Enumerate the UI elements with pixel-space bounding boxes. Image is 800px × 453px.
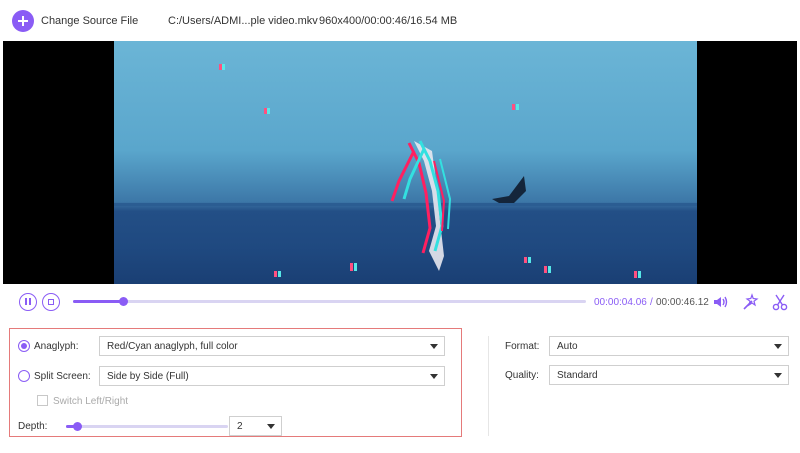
- time-separator: /: [650, 297, 653, 308]
- volume-button[interactable]: [711, 292, 731, 312]
- chevron-down-icon: [774, 344, 782, 349]
- panel-divider: [488, 336, 489, 436]
- split-screen-select[interactable]: Side by Side (Full): [99, 366, 445, 386]
- split-screen-radio[interactable]: [18, 370, 30, 382]
- volume-icon: [714, 296, 728, 308]
- scissors-icon: [772, 294, 788, 311]
- timeline-thumb[interactable]: [118, 297, 128, 306]
- depth-select[interactable]: 2: [229, 416, 282, 436]
- total-time: 00:00:46.12: [656, 297, 709, 308]
- video-preview: [114, 41, 697, 284]
- timeline-slider[interactable]: [73, 297, 586, 306]
- anaglyph-radio[interactable]: [18, 340, 30, 352]
- quality-select-value: Standard: [557, 370, 598, 381]
- anaglyph-select-value: Red/Cyan anaglyph, full color: [107, 341, 238, 352]
- magic-wand-icon: [743, 293, 759, 310]
- quality-label: Quality:: [505, 370, 539, 381]
- pause-button[interactable]: [19, 293, 37, 311]
- add-source-button[interactable]: [12, 10, 34, 32]
- depth-slider[interactable]: [66, 422, 228, 431]
- timeline-progress: [73, 300, 123, 303]
- file-path: C:/Users/ADMI...ple video.mkv: [168, 15, 318, 27]
- chevron-down-icon: [430, 344, 438, 349]
- depth-thumb[interactable]: [73, 422, 83, 431]
- format-label: Format:: [505, 341, 540, 352]
- switch-left-right-label: Switch Left/Right: [53, 396, 129, 407]
- anaglyph-preview-graphic: [219, 64, 641, 278]
- split-screen-label: Split Screen:: [34, 371, 91, 382]
- trim-button[interactable]: [770, 292, 790, 312]
- change-source-file-link[interactable]: Change Source File: [41, 15, 138, 27]
- stop-icon: [47, 298, 54, 305]
- switch-left-right-checkbox[interactable]: [37, 395, 48, 406]
- stop-button[interactable]: [42, 293, 60, 311]
- depth-label: Depth:: [18, 421, 48, 432]
- anaglyph-select[interactable]: Red/Cyan anaglyph, full color: [99, 336, 445, 356]
- pause-icon: [25, 298, 31, 305]
- quality-select[interactable]: Standard: [549, 365, 789, 385]
- chevron-down-icon: [430, 374, 438, 379]
- effects-button[interactable]: [740, 292, 760, 312]
- top-bar: Change Source File C:/Users/ADMI...ple v…: [0, 0, 800, 41]
- playback-controls: 00:00:04.06 / 00:00:46.12: [0, 284, 800, 320]
- anaglyph-label: Anaglyph:: [34, 341, 79, 352]
- 3d-settings-panel: Anaglyph: Red/Cyan anaglyph, full color …: [9, 328, 462, 437]
- chevron-down-icon: [267, 424, 275, 429]
- format-select[interactable]: Auto: [549, 336, 789, 356]
- format-select-value: Auto: [557, 341, 578, 352]
- video-player: [3, 41, 797, 284]
- depth-select-value: 2: [237, 421, 243, 432]
- chevron-down-icon: [774, 373, 782, 378]
- current-time: 00:00:04.06: [594, 297, 647, 308]
- split-screen-select-value: Side by Side (Full): [107, 371, 189, 382]
- plus-circle-icon: [18, 16, 28, 26]
- file-metadata: 960x400/00:00:46/16.54 MB: [319, 15, 458, 27]
